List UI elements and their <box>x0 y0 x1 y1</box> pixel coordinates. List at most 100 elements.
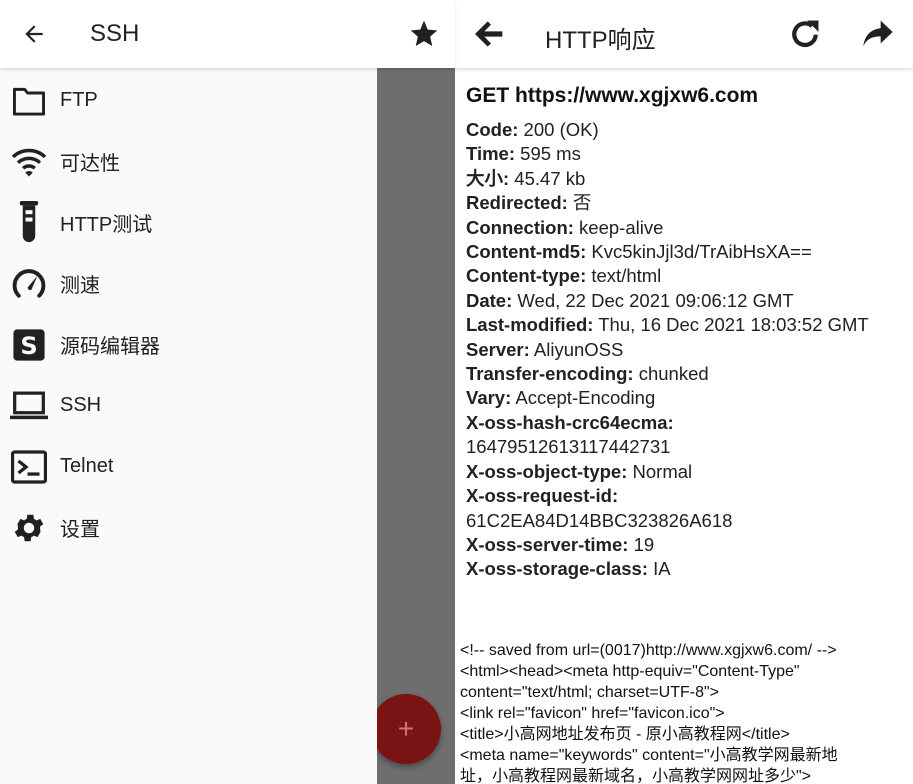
header-key: X-oss-object-type: <box>466 460 628 482</box>
header-key: Connection: <box>466 216 574 238</box>
header-row: Content-type: text/html <box>466 264 906 288</box>
header-value: 45.47 kb <box>509 167 586 189</box>
header-value: Kvc5kinJjl3d/TrAibHsXA== <box>586 241 812 263</box>
header-key: Content-md5: <box>466 241 587 263</box>
arrow-left-bold-icon <box>475 21 503 47</box>
drawer-item-label: HTTP测试 <box>60 214 153 236</box>
drawer-item-source-editor[interactable]: S 源码编辑器 <box>0 314 377 375</box>
header-row: Time: 595 ms <box>466 142 906 166</box>
share-forward-icon <box>863 20 893 46</box>
header-row: Last-modified: Thu, 16 Dec 2021 18:03:52… <box>466 313 906 337</box>
drawer-item-label: 可达性 <box>60 153 120 175</box>
header-value: Wed, 22 Dec 2021 09:06:12 GMT <box>512 289 794 311</box>
header-value: Thu, 16 Dec 2021 18:03:52 GMT <box>593 314 869 336</box>
drawer-item-label: SSH <box>60 394 102 416</box>
drawer-item-http-test[interactable]: HTTP测试 <box>0 192 377 253</box>
drawer-item-settings[interactable]: 设置 <box>0 497 377 558</box>
header-key: Date: <box>466 289 513 311</box>
app-bar-title: SSH <box>90 20 140 47</box>
terminal-icon <box>10 448 48 486</box>
body-line: <!-- saved from url=(0017)http://www.xgj… <box>460 642 837 659</box>
header-row: Date: Wed, 22 Dec 2021 09:06:12 GMT <box>466 289 906 313</box>
header-row: 16479512613117442731 <box>466 435 906 459</box>
drawer-item-reachability[interactable]: 可达性 <box>0 131 377 192</box>
header-key: Vary: <box>466 387 512 409</box>
refresh-button[interactable] <box>783 12 827 56</box>
header-value: 200 (OK) <box>518 119 599 140</box>
header-value: Normal <box>627 460 693 482</box>
svg-text:S: S <box>20 332 37 360</box>
speedometer-icon <box>10 265 48 303</box>
favorite-button[interactable] <box>402 12 446 56</box>
header-key: X-oss-server-time: <box>466 533 629 555</box>
back-button[interactable] <box>12 12 56 56</box>
header-value: 61C2EA84D14BBC323826A618 <box>466 509 733 531</box>
laptop-icon <box>10 387 48 425</box>
body-line: <title>小高网地址发布页 - 原小高教程网</title> <box>460 726 790 743</box>
refresh-icon <box>792 20 819 48</box>
drawer-item-ssh[interactable]: SSH <box>0 375 377 436</box>
add-fab-button[interactable]: + <box>371 694 441 764</box>
test-tube-icon <box>10 200 48 242</box>
header-value: 否 <box>567 192 592 214</box>
drawer-scrim[interactable] <box>377 68 455 784</box>
http-response-pane: HTTP响应 GET https://www.xgjxw6.com Code: … <box>455 0 913 784</box>
drawer-item-label: FTP <box>60 89 98 111</box>
header-row: Vary: Accept-Encoding <box>466 386 906 410</box>
response-details: GET https://www.xgjxw6.com Code: 200 (OK… <box>466 84 906 582</box>
header-row: Redirected: 否 <box>466 191 906 215</box>
drawer-item-label: 源码编辑器 <box>60 336 160 358</box>
share-button[interactable] <box>855 12 901 56</box>
body-line: <html><head><meta http-equiv="Content-Ty… <box>460 663 800 680</box>
request-line: GET https://www.xgjxw6.com <box>466 84 759 107</box>
left-app-bar: SSH <box>0 0 455 68</box>
header-key: Content-type: <box>466 265 587 287</box>
drawer-item-label: 设置 <box>60 519 100 541</box>
header-value: 595 ms <box>515 143 581 165</box>
drawer-item-telnet[interactable]: Telnet <box>0 436 377 497</box>
header-value: chunked <box>633 363 709 385</box>
drawer-item-ftp[interactable]: FTP <box>0 70 377 131</box>
body-line: <meta name="keywords" content="小高教学网最新地 <box>460 747 838 764</box>
arrow-back-icon <box>25 25 43 43</box>
header-key: Time: <box>466 143 516 165</box>
wifi-icon <box>10 143 48 181</box>
star-icon <box>410 20 438 46</box>
header-value: keep-alive <box>573 216 664 238</box>
header-key: Transfer-encoding: <box>466 363 634 385</box>
left-pane: SSH FTP 可达性 HTTP测试 测速 S 源码编辑器 SSH Telnet… <box>0 0 455 784</box>
drawer-item-speed-test[interactable]: 测速 <box>0 253 377 314</box>
header-value: Accept-Encoding <box>511 387 656 409</box>
header-row: Content-md5: Kvc5kinJjl3d/TrAibHsXA== <box>466 240 906 264</box>
header-value: 16479512613117442731 <box>466 436 671 458</box>
header-row: X-oss-server-time: 19 <box>466 533 906 557</box>
header-key: X-oss-hash-crc64ecma: <box>466 411 674 433</box>
back-button[interactable] <box>465 12 513 56</box>
header-row: X-oss-object-type: Normal <box>466 460 906 484</box>
drawer-item-label: Telnet <box>60 455 114 477</box>
header-key: Server: <box>466 338 530 360</box>
header-key: Code: <box>466 119 519 140</box>
body-line: content="text/html; charset=UTF-8"> <box>460 684 720 701</box>
body-line: 址，小高教程网最新域名，小高教学网网址多少"> <box>460 768 812 784</box>
header-value: AliyunOSS <box>529 338 624 360</box>
header-key: X-oss-request-id: <box>466 485 619 507</box>
header-row: 大小: 45.47 kb <box>466 167 906 191</box>
header-key: X-oss-storage-class: <box>466 558 648 580</box>
header-row: X-oss-request-id: <box>466 484 906 508</box>
header-value: IA <box>647 558 671 580</box>
header-row: X-oss-hash-crc64ecma: <box>466 411 906 435</box>
header-row: Connection: keep-alive <box>466 216 906 240</box>
navigation-drawer: FTP 可达性 HTTP测试 测速 S 源码编辑器 SSH Telnet 设置 <box>0 68 377 784</box>
body-line: <link rel="favicon" href="favicon.ico"> <box>460 705 725 722</box>
drawer-item-label: 测速 <box>60 275 100 297</box>
response-headers: Code: 200 (OK) Time: 595 ms 大小: 45.47 kb Re… <box>466 118 906 582</box>
header-key: Redirected: <box>466 192 568 214</box>
source-editor-icon: S <box>10 326 48 364</box>
header-key: Last-modified: <box>466 314 594 336</box>
header-row: Server: AliyunOSS <box>466 338 906 362</box>
header-row: X-oss-storage-class: IA <box>466 557 906 581</box>
settings-gear-icon <box>10 509 48 547</box>
response-app-bar: HTTP响应 <box>455 0 913 68</box>
header-value: 19 <box>628 533 655 555</box>
